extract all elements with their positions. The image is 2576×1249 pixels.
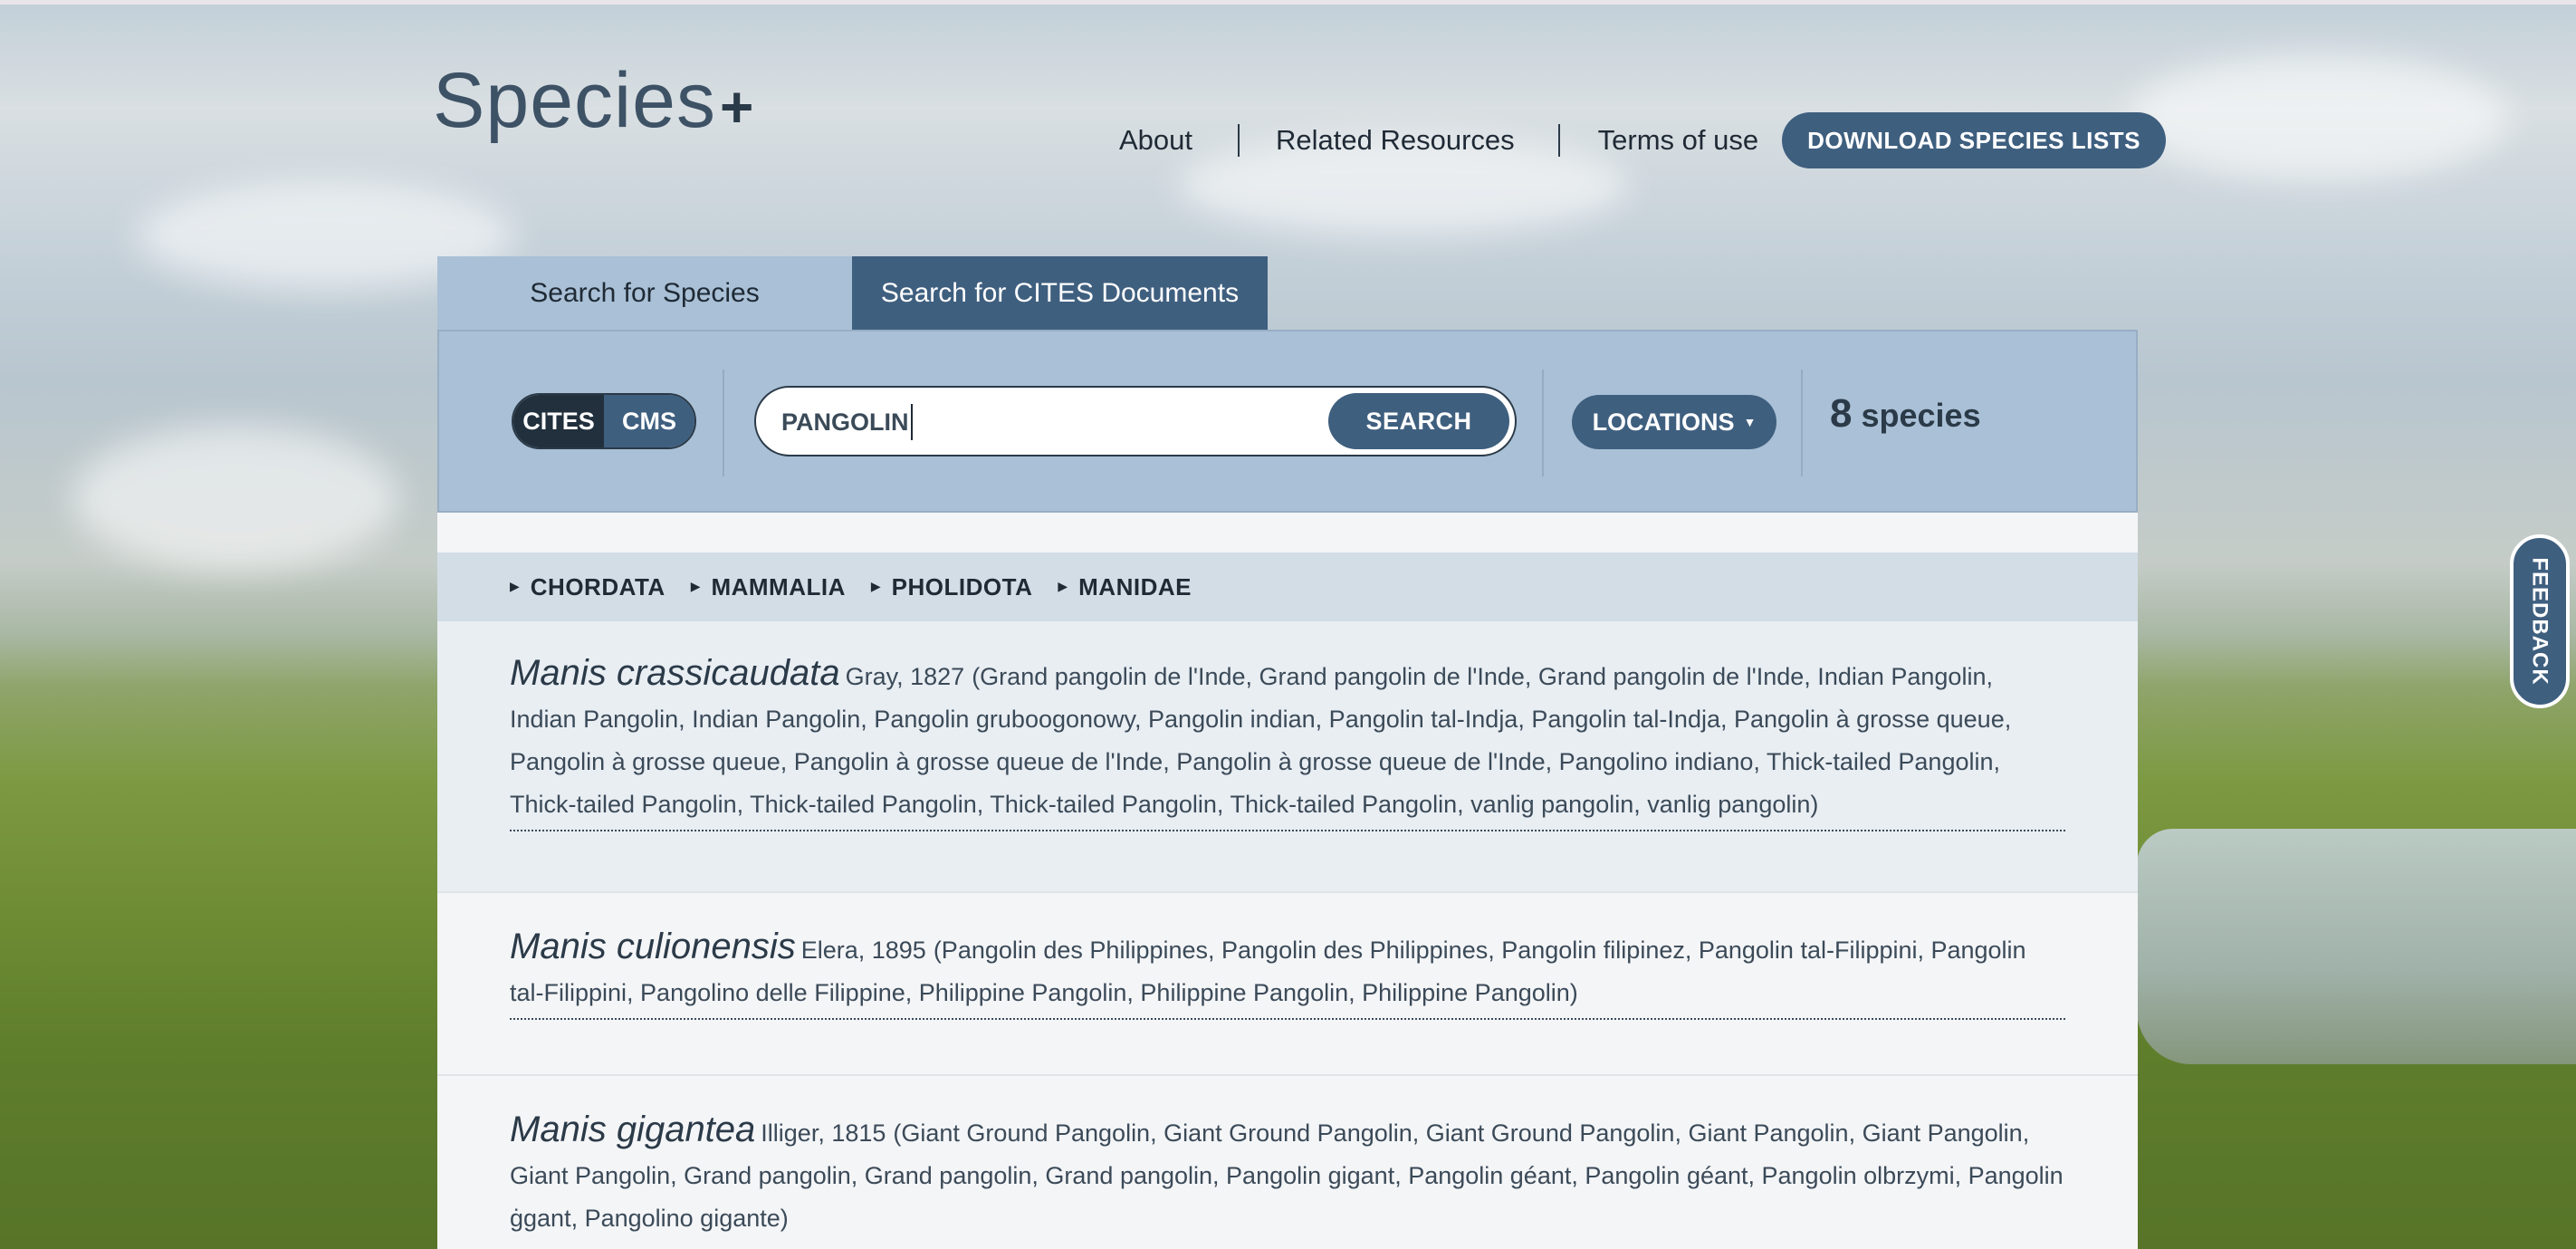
search-button[interactable]: SEARCH (1328, 393, 1509, 449)
logo-text: Species (433, 57, 716, 144)
results-panel: ▶ CHORDATA ▶ MAMMALIA ▶ PHOLIDOTA ▶ MANIDAE … (437, 513, 2138, 1249)
species-author: Elera, 1895 (800, 937, 926, 964)
breadcrumb-item[interactable]: ▶ CHORDATA (510, 573, 666, 601)
breadcrumb-item[interactable]: ▶ MANIDAE (1058, 573, 1192, 601)
species-result[interactable]: Manis gigantea Illiger, 1815 (Giant Ground… (437, 1076, 2138, 1249)
chevron-down-icon: ▼ (1743, 415, 1757, 429)
species-author: Illiger, 1815 (761, 1119, 886, 1147)
nav-related-resources-link[interactable]: Related Resources (1276, 124, 1515, 157)
species-author: Gray, 1827 (845, 663, 965, 690)
toggle-cites-option[interactable]: CITES (513, 395, 604, 447)
feedback-tab[interactable]: FEEDBACK (2510, 534, 2570, 708)
triangle-right-icon: ▶ (1058, 580, 1068, 594)
nav-divider (1557, 124, 1560, 157)
site-logo[interactable]: Species+ (433, 56, 754, 146)
species-scientific-name[interactable]: Manis crassicaudata (510, 653, 840, 693)
cloud-decoration (72, 426, 398, 571)
nav-terms-link[interactable]: Terms of use (1598, 124, 1758, 157)
top-border (0, 0, 2576, 5)
tab-search-cites-documents[interactable]: Search for CITES Documents (852, 256, 1268, 331)
panel-divider (1542, 370, 1544, 476)
breadcrumb-item[interactable]: ▶ MAMMALIA (691, 573, 846, 601)
toggle-cms-option[interactable]: CMS (604, 395, 694, 447)
search-tabs: Search for Species Search for CITES Docu… (437, 256, 1268, 331)
panel-divider (1801, 370, 1803, 476)
breadcrumb-item[interactable]: ▶ PHOLIDOTA (871, 573, 1032, 601)
species-result[interactable]: Manis culionensis Elera, 1895 (Pangolin de… (437, 893, 2138, 1074)
triangle-right-icon: ▶ (870, 580, 881, 594)
tab-search-species[interactable]: Search for Species (437, 256, 852, 331)
text-caret (911, 404, 913, 440)
breadcrumb-label: PHOLIDOTA (891, 572, 1033, 600)
locations-label: LOCATIONS (1592, 408, 1735, 436)
breadcrumb-label: MAMMALIA (711, 572, 846, 600)
nav-divider (1238, 124, 1240, 157)
top-nav: About Related Resources Terms of use DOW… (1119, 112, 2166, 168)
search-panel: CITES CMS SEARCH LOCATIONS ▼ 8 species (437, 330, 2138, 513)
species-scientific-name[interactable]: Manis culionensis (510, 927, 796, 966)
breadcrumb-label: CHORDATA (530, 572, 666, 600)
taxonomy-breadcrumb: ▶ CHORDATA ▶ MAMMALIA ▶ PHOLIDOTA ▶ MANIDAE (437, 552, 2138, 621)
panel-divider (723, 370, 724, 476)
result-count: 8 species (1830, 391, 1981, 451)
search-input[interactable] (780, 400, 1290, 444)
cloud-decoration (2128, 54, 2508, 181)
triangle-right-icon: ▶ (510, 580, 520, 594)
breadcrumb-label: MANIDAE (1078, 572, 1192, 600)
logo-plus: + (719, 74, 755, 139)
cites-cms-toggle: CITES CMS (512, 393, 696, 449)
download-species-lists-button[interactable]: DOWNLOAD SPECIES LISTS (1782, 112, 2166, 168)
water-pond (2137, 829, 2576, 1064)
search-field-wrapper: SEARCH (754, 386, 1517, 456)
triangle-right-icon: ▶ (690, 580, 701, 594)
species-scientific-name[interactable]: Manis gigantea (510, 1110, 755, 1149)
feedback-label: FEEDBACK (2528, 557, 2552, 686)
locations-dropdown-button[interactable]: LOCATIONS ▼ (1572, 395, 1776, 449)
result-count-label: species (1861, 397, 1981, 434)
result-count-number: 8 (1830, 391, 1853, 436)
species-result[interactable]: Manis crassicaudata Gray, 1827 (Grand pang… (437, 621, 2138, 893)
nav-about-link[interactable]: About (1119, 124, 1192, 157)
